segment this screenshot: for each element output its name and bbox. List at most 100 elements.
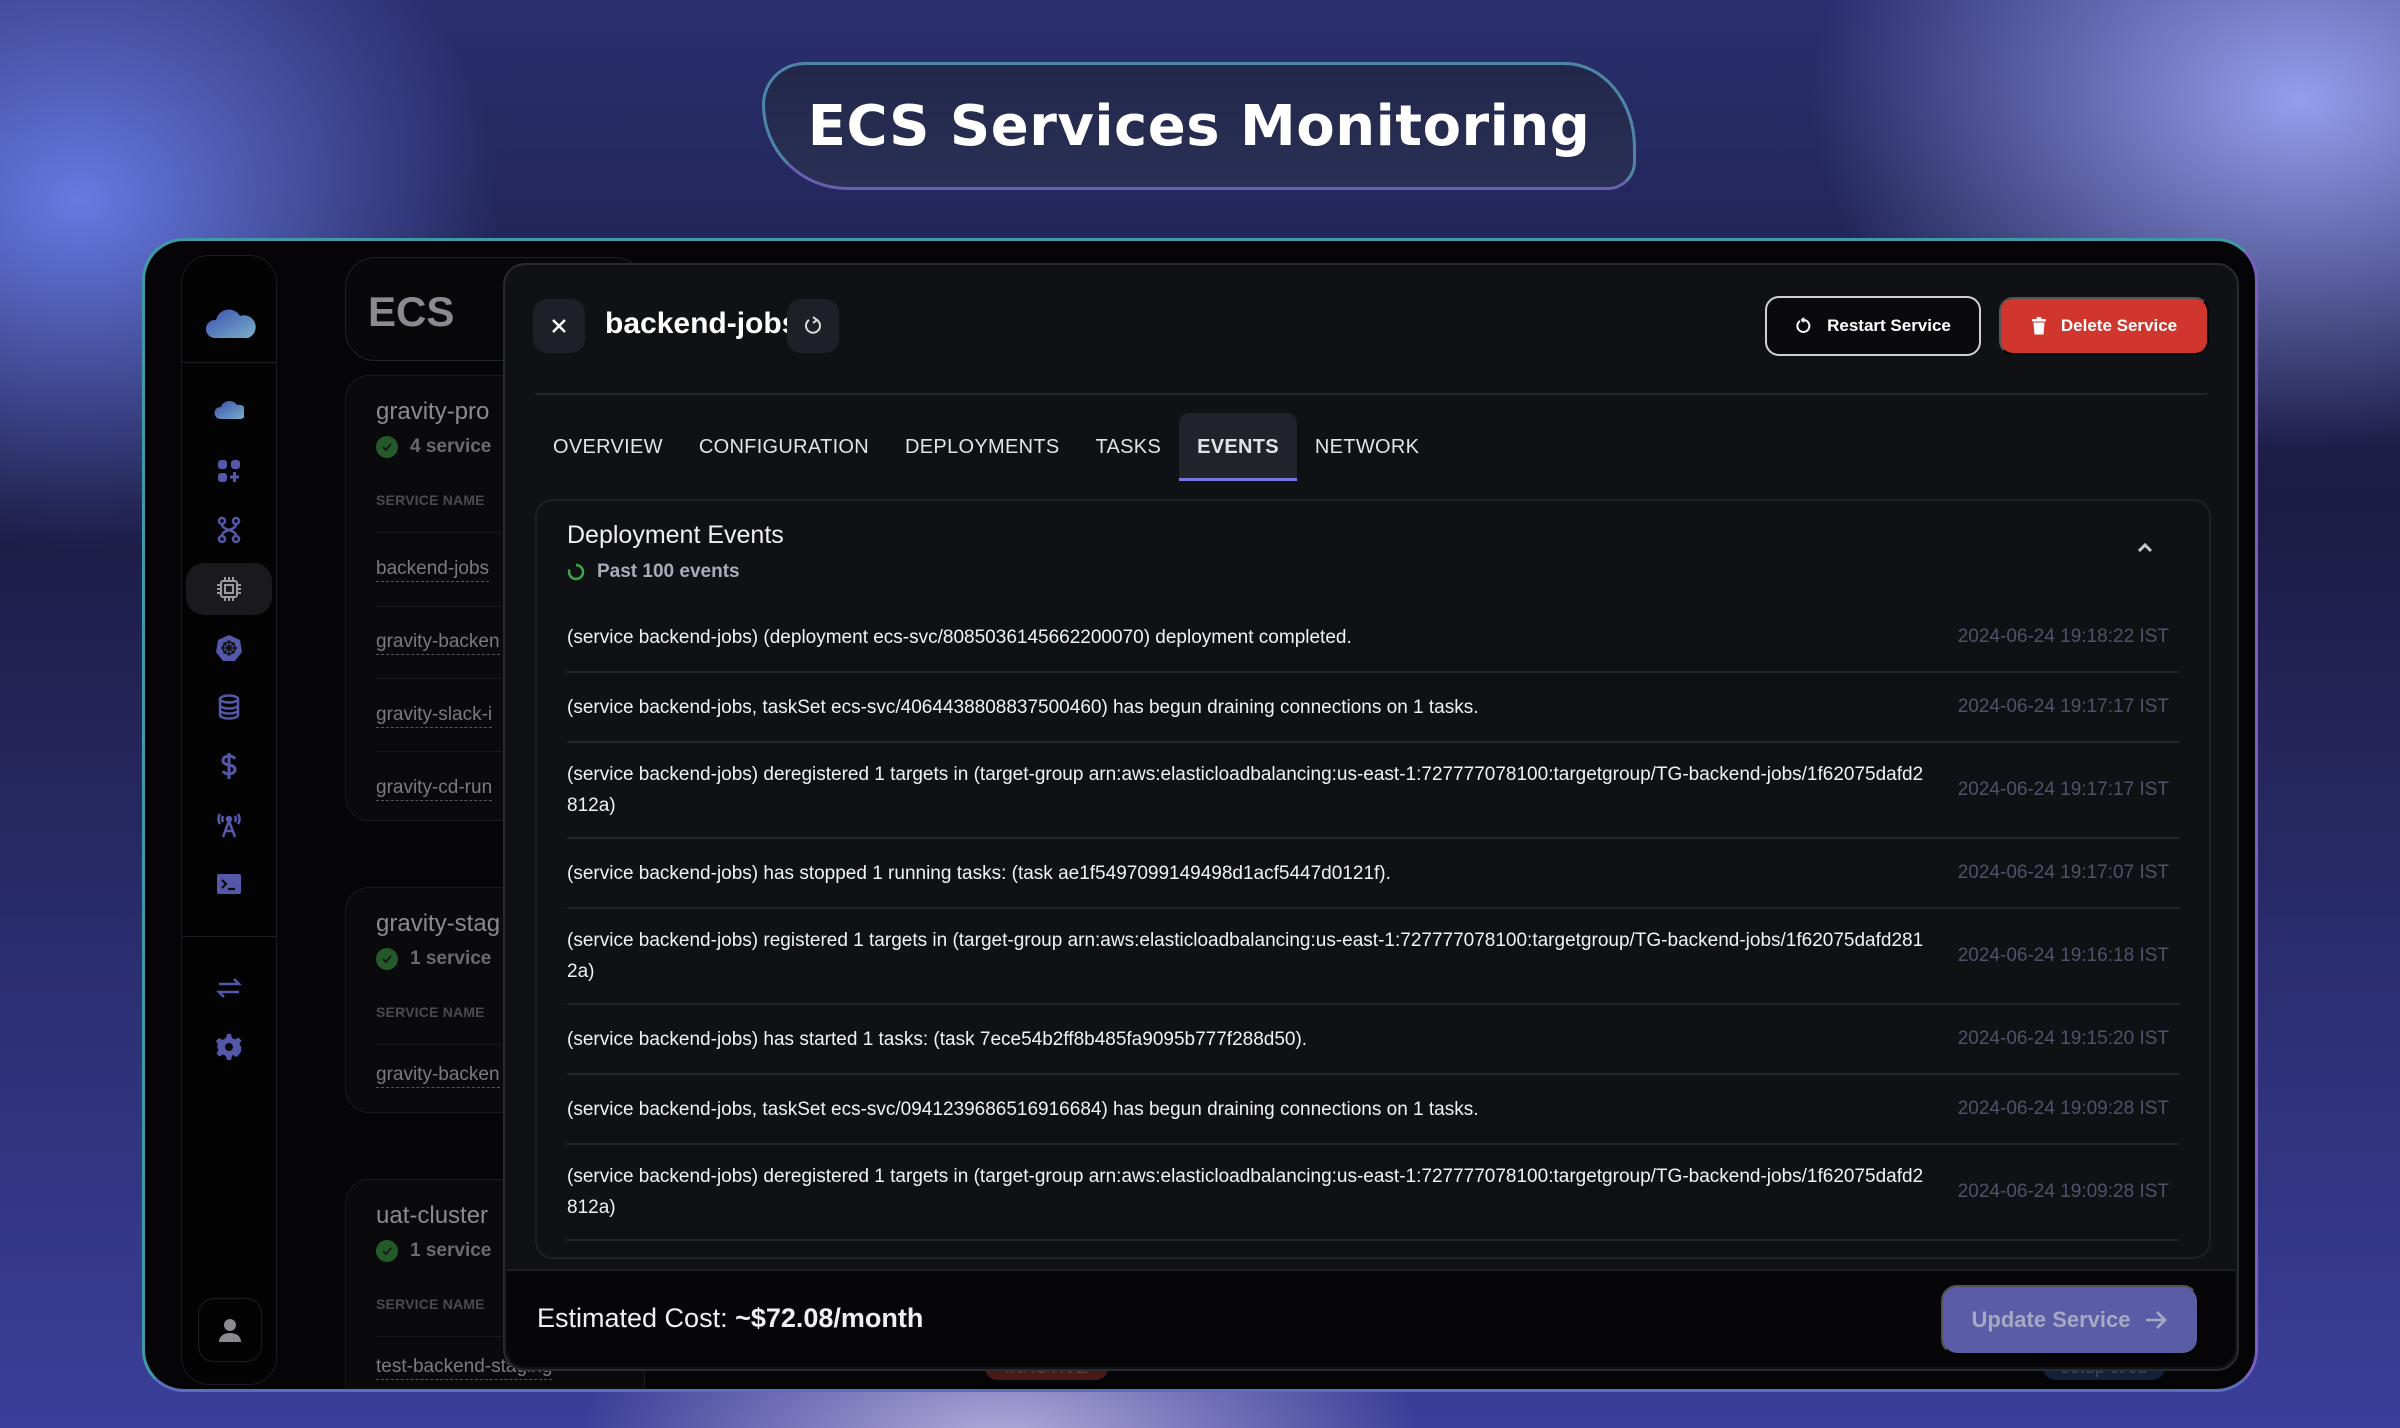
event-timestamp: 2024-06-24 19:17:07 IST: [1957, 862, 2169, 883]
event-row: (service backend-jobs) has started 1 tas…: [567, 1005, 2179, 1075]
loading-spinner-icon: [567, 563, 585, 581]
sidebar-item-apps[interactable]: [196, 445, 262, 497]
event-message: (service backend-jobs) has started 1 tas…: [567, 1028, 1308, 1050]
event-timestamp: 2024-06-24 19:16:18 IST: [1957, 945, 2169, 966]
event-row: (service backend-jobs) (deployment ecs-s…: [567, 603, 2179, 673]
sidebar-item-kubernetes[interactable]: [196, 622, 262, 674]
check-icon: [376, 948, 398, 970]
cluster-service-count: 1 service: [376, 948, 491, 970]
header-divider: [535, 393, 2207, 395]
events-list: (service backend-jobs) (deployment ecs-s…: [567, 603, 2179, 1241]
banner-title: ECS Services Monitoring: [807, 93, 1591, 159]
event-message: (service backend-jobs) has stopped 1 run…: [567, 862, 1391, 884]
estimated-cost: Estimated Cost: ~$72.08/month: [537, 1303, 924, 1333]
collapse-button[interactable]: [2133, 535, 2157, 559]
tab-bar: OVERVIEW CONFIGURATION DEPLOYMENTS TASKS…: [535, 413, 1437, 481]
check-icon: [376, 1240, 398, 1262]
restart-icon: [1796, 317, 1811, 333]
cluster-service-count: 4 service: [376, 436, 491, 458]
refresh-button[interactable]: [787, 299, 839, 353]
sidebar: [181, 255, 277, 1385]
column-header-service-name: SERVICE NAME: [376, 1004, 485, 1020]
sidebar-item-cost[interactable]: [196, 740, 262, 792]
column-header-service-name: SERVICE NAME: [376, 1296, 485, 1312]
panel-footer: Estimated Cost: ~$72.08/month Update Ser…: [507, 1269, 2235, 1367]
deployment-events-card: Deployment Events Past 100 events (servi…: [535, 499, 2211, 1259]
sidebar-item-git[interactable]: [196, 504, 262, 556]
sidebar-item-transfer[interactable]: [196, 962, 262, 1014]
service-link[interactable]: gravity-slack-i: [376, 704, 493, 728]
terminal-icon: [217, 874, 241, 894]
banner: ECS Services Monitoring: [762, 62, 1636, 190]
tab-network[interactable]: NETWORK: [1297, 413, 1437, 481]
restart-service-button[interactable]: Restart Service: [1765, 296, 1981, 356]
sidebar-item-cloud[interactable]: [196, 386, 262, 438]
event-message: (service backend-jobs, taskSet ecs-svc/4…: [567, 696, 1479, 718]
event-row: (service backend-jobs) deregistered 1 ta…: [567, 1145, 2179, 1241]
cluster-name[interactable]: gravity-stag: [376, 910, 500, 938]
service-link[interactable]: gravity-backen: [376, 631, 500, 655]
chevron-up-icon: [2137, 542, 2153, 553]
sidebar-item-database[interactable]: [196, 681, 262, 733]
service-title: backend-jobs: [605, 307, 799, 340]
user-avatar-button[interactable]: [198, 1298, 262, 1362]
gear-icon: [216, 1034, 242, 1060]
event-row: (service backend-jobs) has stopped 1 run…: [567, 839, 2179, 909]
sidebar-item-network[interactable]: [196, 799, 262, 851]
service-detail-panel: backend-jobs Restart Service Delete Serv…: [503, 263, 2239, 1371]
sidebar-divider: [182, 362, 276, 363]
user-icon: [219, 1319, 241, 1342]
service-link[interactable]: gravity-backen: [376, 1064, 500, 1088]
close-button[interactable]: [533, 299, 585, 353]
update-service-button[interactable]: Update Service: [1941, 1285, 2199, 1355]
tab-events[interactable]: EVENTS: [1179, 413, 1297, 481]
cluster-service-count: 1 service: [376, 1240, 491, 1262]
cost-value: ~$72.08/month: [735, 1303, 924, 1333]
service-link[interactable]: gravity-cd-run: [376, 777, 493, 801]
sidebar-item-terminal[interactable]: [196, 858, 262, 910]
tab-deployments[interactable]: DEPLOYMENTS: [887, 413, 1077, 481]
database-icon: [218, 694, 240, 720]
trash-icon: [2031, 317, 2046, 335]
event-message: (service backend-jobs, taskSet ecs-svc/0…: [567, 1098, 1479, 1120]
event-timestamp: 2024-06-24 19:18:22 IST: [1957, 626, 2169, 647]
events-subtitle: Past 100 events: [567, 561, 740, 583]
cloud-icon: [214, 401, 244, 419]
swap-icon: [215, 978, 243, 998]
delete-service-button[interactable]: Delete Service: [1999, 297, 2209, 355]
tab-configuration[interactable]: CONFIGURATION: [681, 413, 887, 481]
tab-tasks[interactable]: TASKS: [1078, 413, 1180, 481]
event-row: (service backend-jobs) registered 1 targ…: [567, 909, 2179, 1005]
app-window: ECS gravity-pro 4 service SERVICE NAME b…: [142, 238, 2258, 1392]
page-title: ECS: [368, 288, 455, 335]
kubernetes-icon: [216, 635, 242, 661]
chip-icon: [217, 577, 241, 601]
cluster-name[interactable]: uat-cluster: [376, 1202, 488, 1230]
event-timestamp: 2024-06-24 19:17:17 IST: [1957, 696, 2169, 717]
arrow-right-icon: [2146, 1311, 2168, 1329]
event-timestamp: 2024-06-24 19:15:20 IST: [1957, 1028, 2169, 1049]
event-message: (service backend-jobs) deregistered 1 ta…: [567, 1166, 1924, 1218]
close-icon: [552, 319, 566, 333]
event-timestamp: 2024-06-24 19:09:28 IST: [1957, 1181, 2169, 1202]
cloud-logo-icon[interactable]: [204, 306, 256, 340]
service-link[interactable]: backend-jobs: [376, 558, 490, 582]
git-branch-icon: [217, 516, 241, 544]
events-title: Deployment Events: [567, 521, 784, 549]
cluster-name[interactable]: gravity-pro: [376, 398, 489, 426]
event-row: (service backend-jobs) deregistered 1 ta…: [567, 743, 2179, 839]
tab-overview[interactable]: OVERVIEW: [535, 413, 681, 481]
antenna-icon: [217, 813, 241, 838]
event-row: (service backend-jobs, taskSet ecs-svc/0…: [567, 1075, 2179, 1145]
apps-add-icon: [218, 460, 240, 482]
event-row: (service backend-jobs, taskSet ecs-svc/4…: [567, 673, 2179, 743]
dollar-icon: [221, 753, 237, 779]
sidebar-item-settings[interactable]: [196, 1021, 262, 1073]
event-timestamp: 2024-06-24 19:09:28 IST: [1957, 1098, 2169, 1119]
sidebar-item-ecs[interactable]: [186, 563, 272, 615]
check-icon: [376, 436, 398, 458]
event-timestamp: 2024-06-24 19:17:17 IST: [1957, 779, 2169, 800]
event-message: (service backend-jobs) (deployment ecs-s…: [567, 626, 1352, 648]
refresh-icon: [805, 316, 821, 334]
column-header-service-name: SERVICE NAME: [376, 492, 485, 508]
